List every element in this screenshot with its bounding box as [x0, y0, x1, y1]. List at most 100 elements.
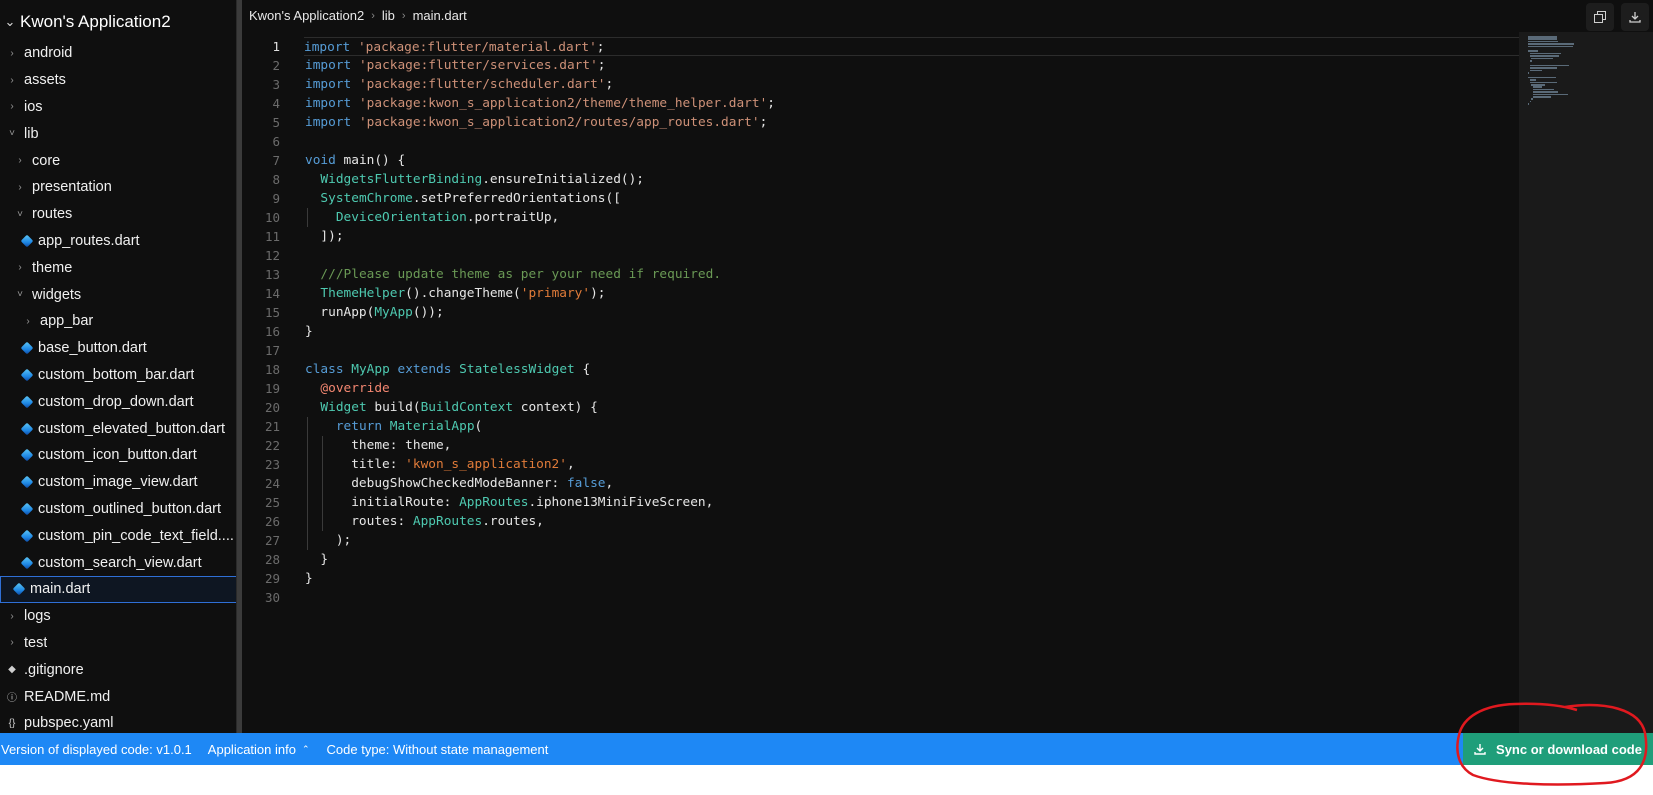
folder-item[interactable]: › android: [0, 40, 236, 67]
file-item[interactable]: custom_image_view.dart: [0, 469, 236, 496]
file-item[interactable]: custom_drop_down.dart: [0, 388, 236, 415]
application-info-toggle[interactable]: Application info ⌃: [208, 742, 310, 757]
file-item[interactable]: custom_outlined_button.dart: [0, 496, 236, 523]
file-item[interactable]: custom_icon_button.dart: [0, 442, 236, 469]
code-token: import: [305, 115, 352, 130]
code-line[interactable]: WidgetsFlutterBinding.ensureInitialized(…: [305, 170, 1519, 189]
code-line[interactable]: Widget build(BuildContext context) {: [305, 398, 1519, 417]
chevron-right-icon: ›: [10, 74, 14, 86]
code-line[interactable]: ThemeHelper().changeTheme('primary');: [305, 284, 1519, 303]
folder-item[interactable]: › presentation: [0, 174, 236, 201]
minimap-line: [1528, 76, 1556, 79]
code-line[interactable]: }: [305, 550, 1519, 569]
folder-item[interactable]: › theme: [0, 254, 236, 281]
code-line[interactable]: );: [305, 531, 1519, 550]
file-item[interactable]: ⓘ README.md: [0, 683, 236, 710]
code-token: ;: [596, 40, 605, 55]
code-line[interactable]: import 'package:kwon_s_application2/rout…: [305, 113, 1519, 132]
code-editor[interactable]: 1 2 3 4 5 6 7 8 9 10 11 12 13 14 15 16 17 18 19 20 21 22 23 24 2…: [242, 32, 1519, 733]
breadcrumb-project[interactable]: Kwon's Application2: [249, 8, 364, 23]
code-line[interactable]: class MyApp extends StatelessWidget {: [305, 360, 1519, 379]
code-line[interactable]: import 'package:kwon_s_application2/them…: [305, 94, 1519, 113]
chevron-right-icon: ›: [26, 315, 30, 327]
line-number: 24: [264, 476, 280, 491]
code-line[interactable]: }: [305, 569, 1519, 588]
line-number: 12: [264, 248, 280, 263]
chevron-right-icon: ›: [10, 47, 14, 59]
minimap-line: [1528, 38, 1558, 40]
file-item[interactable]: app_routes.dart: [0, 228, 236, 255]
line-number: 23: [264, 457, 280, 472]
chevron-down-icon: ˅: [17, 208, 23, 220]
line-number: 20: [264, 400, 280, 415]
code-line[interactable]: runApp(MyApp());: [305, 303, 1519, 322]
code-token: {: [574, 362, 591, 377]
folder-item[interactable]: › ios: [0, 94, 236, 121]
code-line[interactable]: import 'package:flutter/scheduler.dart';: [305, 75, 1519, 94]
code-line[interactable]: return MaterialApp(: [305, 417, 1519, 436]
breadcrumb-folder[interactable]: lib: [382, 8, 395, 23]
folder-item[interactable]: › logs: [0, 603, 236, 630]
breadcrumb-file[interactable]: main.dart: [413, 8, 467, 23]
minimap-line: [1529, 64, 1569, 67]
code-token: ,: [566, 457, 575, 472]
download-button[interactable]: [1621, 3, 1649, 31]
folder-item[interactable]: › assets: [0, 67, 236, 94]
code-line[interactable]: [305, 588, 1519, 607]
file-item[interactable]: ◆ .gitignore: [0, 656, 236, 683]
file-item[interactable]: custom_elevated_button.dart: [0, 415, 236, 442]
dart-file-icon: [20, 448, 34, 462]
code-line[interactable]: [305, 132, 1519, 151]
file-item[interactable]: custom_bottom_bar.dart: [0, 362, 236, 389]
folder-item[interactable]: ˅ widgets: [0, 281, 236, 308]
code-line[interactable]: [305, 341, 1519, 360]
code-token: MaterialApp: [389, 419, 475, 434]
code-minimap[interactable]: [1519, 32, 1653, 733]
code-line[interactable]: [305, 246, 1519, 265]
folder-item[interactable]: › app_bar: [0, 308, 236, 335]
file-item[interactable]: custom_pin_code_text_field....: [0, 522, 236, 549]
code-line[interactable]: import 'package:flutter/services.dart';: [305, 56, 1519, 75]
code-content[interactable]: import 'package:flutter/material.dart'; i…: [304, 37, 1519, 607]
line-number: 16: [264, 324, 280, 339]
file-item[interactable]: base_button.dart: [0, 335, 236, 362]
folder-item[interactable]: ˅ lib: [0, 120, 236, 147]
file-item[interactable]: main.dart: [0, 575, 236, 603]
code-line[interactable]: }: [305, 322, 1519, 341]
chevron-right-icon: ›: [10, 610, 14, 622]
minimap-line: [1528, 40, 1558, 43]
minimap-line: [1532, 91, 1558, 93]
minimap-line: [1531, 57, 1553, 60]
code-token: .ensureInitialized();: [482, 172, 645, 187]
code-line[interactable]: initialRoute: AppRoutes.iphone13MiniFive…: [305, 493, 1519, 512]
code-line[interactable]: theme: theme,: [305, 436, 1519, 455]
code-line[interactable]: void main() {: [305, 151, 1519, 170]
code-line[interactable]: import 'package:flutter/material.dart';: [304, 37, 1519, 56]
project-root[interactable]: ⌄ Kwon's Application2: [0, 10, 171, 34]
code-line[interactable]: routes: AppRoutes.routes,: [305, 512, 1519, 531]
tree-item-label: base_button.dart: [38, 340, 147, 357]
code-line[interactable]: DeviceOrientation.portraitUp,: [305, 208, 1519, 227]
folder-item[interactable]: › core: [0, 147, 236, 174]
code-token: routes:: [305, 514, 413, 529]
code-line[interactable]: ///Please update theme as per your need …: [305, 265, 1519, 284]
code-line[interactable]: @override: [305, 379, 1519, 398]
folder-item[interactable]: ˅ routes: [0, 201, 236, 228]
code-token: ;: [605, 77, 614, 92]
minimap-line: [1528, 45, 1573, 48]
chevron-right-icon: ›: [18, 262, 22, 274]
folder-item[interactable]: › test: [0, 630, 236, 657]
file-item[interactable]: custom_search_view.dart: [0, 549, 236, 576]
code-line[interactable]: debugShowCheckedModeBanner: false,: [305, 474, 1519, 493]
file-item[interactable]: {} pubspec.yaml: [0, 710, 236, 733]
indent-guide: [306, 436, 308, 455]
code-line[interactable]: SystemChrome.setPreferredOrientations([: [305, 189, 1519, 208]
tree-item-label: .gitignore: [24, 661, 84, 678]
code-line[interactable]: ]);: [305, 227, 1519, 246]
code-token: Widget: [320, 400, 367, 415]
code-line[interactable]: title: 'kwon_s_application2',: [305, 455, 1519, 474]
copy-button[interactable]: [1586, 3, 1614, 31]
